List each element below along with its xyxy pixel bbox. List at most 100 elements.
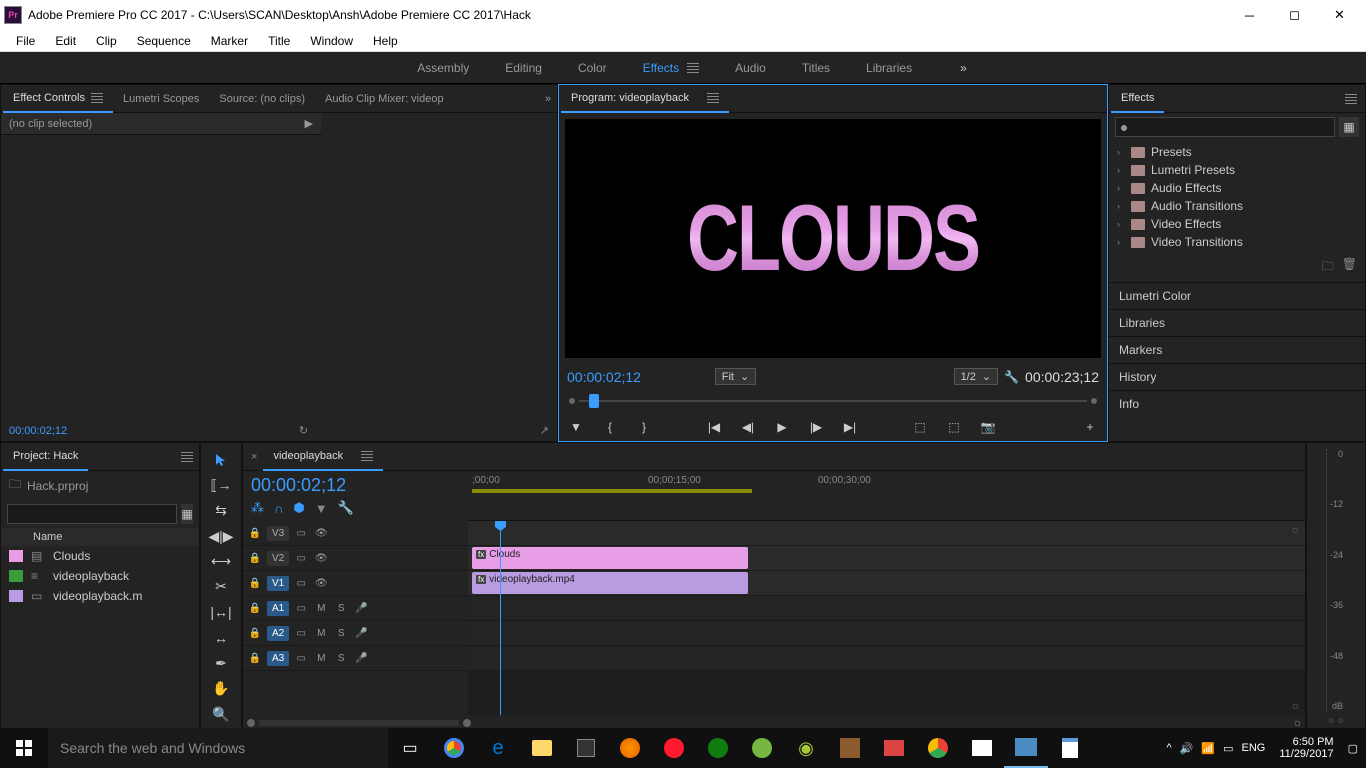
tab-effects[interactable]: Effects: [1111, 85, 1164, 113]
start-button[interactable]: [0, 728, 48, 768]
timeline-timecode[interactable]: 00:00:02;12: [243, 471, 468, 498]
step-back-icon[interactable]: ◀|: [739, 418, 757, 436]
tabs-overflow-icon[interactable]: »: [545, 93, 551, 105]
track-v2[interactable]: fxClouds: [468, 546, 1305, 571]
workspace-audio[interactable]: Audio: [717, 52, 784, 84]
folder-audio-transitions[interactable]: ›Audio Transitions: [1113, 197, 1361, 215]
menu-help[interactable]: Help: [363, 32, 408, 50]
project-item-clip[interactable]: ▭ videoplayback.m: [1, 586, 199, 606]
track-a2[interactable]: [468, 621, 1305, 646]
track-header-a2[interactable]: 🔒A2▭MS🎤: [243, 621, 468, 646]
delete-icon[interactable]: 🗑: [1342, 257, 1357, 278]
rate-stretch-tool[interactable]: ⟷: [207, 551, 235, 572]
eye-icon[interactable]: 👁: [313, 578, 329, 589]
project-item-clouds[interactable]: ▤ Clouds: [1, 546, 199, 566]
track-header-a3[interactable]: 🔒A3▭MS🎤: [243, 646, 468, 671]
selection-tool[interactable]: [207, 449, 235, 470]
app-opera[interactable]: [652, 728, 696, 768]
eye-icon[interactable]: 👁: [313, 528, 329, 539]
close-button[interactable]: ✕: [1317, 0, 1362, 30]
close-sequence-icon[interactable]: ×: [245, 451, 263, 463]
language-indicator[interactable]: ENG: [1242, 742, 1266, 754]
goto-in-icon[interactable]: |◀: [705, 418, 723, 436]
razor-tool[interactable]: ✂: [207, 576, 235, 597]
slip-tool[interactable]: |↔|: [207, 602, 235, 623]
folder-audio-effects[interactable]: ›Audio Effects: [1113, 179, 1361, 197]
mark-out-icon[interactable]: {: [601, 418, 619, 436]
project-item-sequence[interactable]: ≡ videoplayback: [1, 566, 199, 586]
solo-icon[interactable]: ○: [1329, 715, 1334, 725]
panel-menu-icon[interactable]: [1345, 94, 1357, 104]
workspace-titles[interactable]: Titles: [784, 52, 848, 84]
section-libraries[interactable]: Libraries: [1109, 309, 1365, 336]
taskbar-clock[interactable]: 6:50 PM 11/29/2017: [1273, 736, 1339, 760]
zoom-fit-select[interactable]: Fit⌄: [715, 368, 756, 385]
settings-icon[interactable]: 🔧: [338, 500, 354, 516]
track-a1[interactable]: [468, 596, 1305, 621]
panel-menu-icon[interactable]: [91, 93, 103, 103]
section-markers[interactable]: Markers: [1109, 336, 1365, 363]
button-editor-icon[interactable]: +: [1081, 418, 1099, 436]
menu-title[interactable]: Title: [258, 32, 300, 50]
app-android-studio[interactable]: ◉: [784, 728, 828, 768]
minimize-button[interactable]: ─: [1227, 0, 1272, 30]
zoom-tool[interactable]: 🔍: [207, 704, 235, 725]
tab-sequence[interactable]: videoplayback: [263, 443, 383, 471]
track-header-v2[interactable]: 🔒V2▭👁: [243, 546, 468, 571]
clip-video[interactable]: fxvideoplayback.mp4: [472, 572, 748, 594]
settings-icon[interactable]: 🔧: [1004, 370, 1019, 384]
maximize-button[interactable]: ◻: [1272, 0, 1317, 30]
folder-lumetri-presets[interactable]: ›Lumetri Presets: [1113, 161, 1361, 179]
tab-effect-controls[interactable]: Effect Controls: [3, 85, 113, 113]
menu-sequence[interactable]: Sequence: [127, 32, 201, 50]
app-generic1[interactable]: [828, 728, 872, 768]
track-v3[interactable]: [468, 521, 1305, 546]
track-header-a1[interactable]: 🔒A1▭MS🎤: [243, 596, 468, 621]
panel-menu-icon[interactable]: [707, 93, 719, 103]
toggle-output-icon[interactable]: ▭: [293, 553, 309, 564]
panel-menu-icon[interactable]: [181, 452, 193, 462]
filter-icon[interactable]: ▦: [181, 504, 193, 524]
app-store[interactable]: [564, 728, 608, 768]
toggle-output-icon[interactable]: ▭: [293, 628, 309, 639]
task-view-icon[interactable]: ▭: [388, 728, 432, 768]
toggle-output-icon[interactable]: ▭: [293, 528, 309, 539]
panel-menu-icon[interactable]: [361, 451, 373, 461]
app-chrome2[interactable]: [916, 728, 960, 768]
section-info[interactable]: Info: [1109, 390, 1365, 417]
program-scrubber[interactable]: [569, 391, 1097, 411]
mark-in-icon[interactable]: ▼: [567, 418, 585, 436]
app-chrome[interactable]: [432, 728, 476, 768]
slide-tool[interactable]: ↔: [207, 627, 235, 648]
tab-audio-mixer[interactable]: Audio Clip Mixer: videop: [315, 85, 454, 113]
export-icon[interactable]: ↗: [540, 424, 549, 437]
new-bin-icon[interactable]: ▦: [1339, 117, 1359, 137]
tab-project[interactable]: Project: Hack: [3, 443, 88, 471]
pen-tool[interactable]: ✒: [207, 653, 235, 674]
mark-clip-icon[interactable]: }: [635, 418, 653, 436]
workspace-libraries[interactable]: Libraries: [848, 52, 930, 84]
app-generic2[interactable]: [872, 728, 916, 768]
scroll-handle-icon[interactable]: ○: [1292, 523, 1299, 537]
section-history[interactable]: History: [1109, 363, 1365, 390]
ripple-edit-tool[interactable]: ⇆: [207, 500, 235, 521]
menu-edit[interactable]: Edit: [45, 32, 86, 50]
notifications-icon[interactable]: ▢: [1348, 742, 1358, 755]
track-header-v1[interactable]: 🔒V1▭👁: [243, 571, 468, 596]
menu-clip[interactable]: Clip: [86, 32, 127, 50]
toggle-output-icon[interactable]: ▭: [293, 653, 309, 664]
lock-icon[interactable]: 🔒: [247, 553, 263, 564]
column-name[interactable]: Name: [1, 528, 199, 546]
export-frame-icon[interactable]: 📷: [979, 418, 997, 436]
network-icon[interactable]: 📶: [1201, 742, 1215, 755]
lock-icon[interactable]: 🔒: [247, 603, 263, 614]
track-header-v3[interactable]: 🔒V3▭👁: [243, 521, 468, 546]
workspace-editing[interactable]: Editing: [487, 52, 560, 84]
expand-icon[interactable]: ▶: [305, 117, 313, 130]
tab-lumetri-scopes[interactable]: Lumetri Scopes: [113, 85, 209, 113]
tab-source[interactable]: Source: (no clips): [209, 85, 315, 113]
timeline-ruler[interactable]: ;00;00 00;00;15;00 00;00;30;00: [468, 471, 1305, 521]
workspace-overflow-icon[interactable]: »: [960, 61, 967, 75]
app-xbox[interactable]: [696, 728, 740, 768]
step-forward-icon[interactable]: |▶: [807, 418, 825, 436]
